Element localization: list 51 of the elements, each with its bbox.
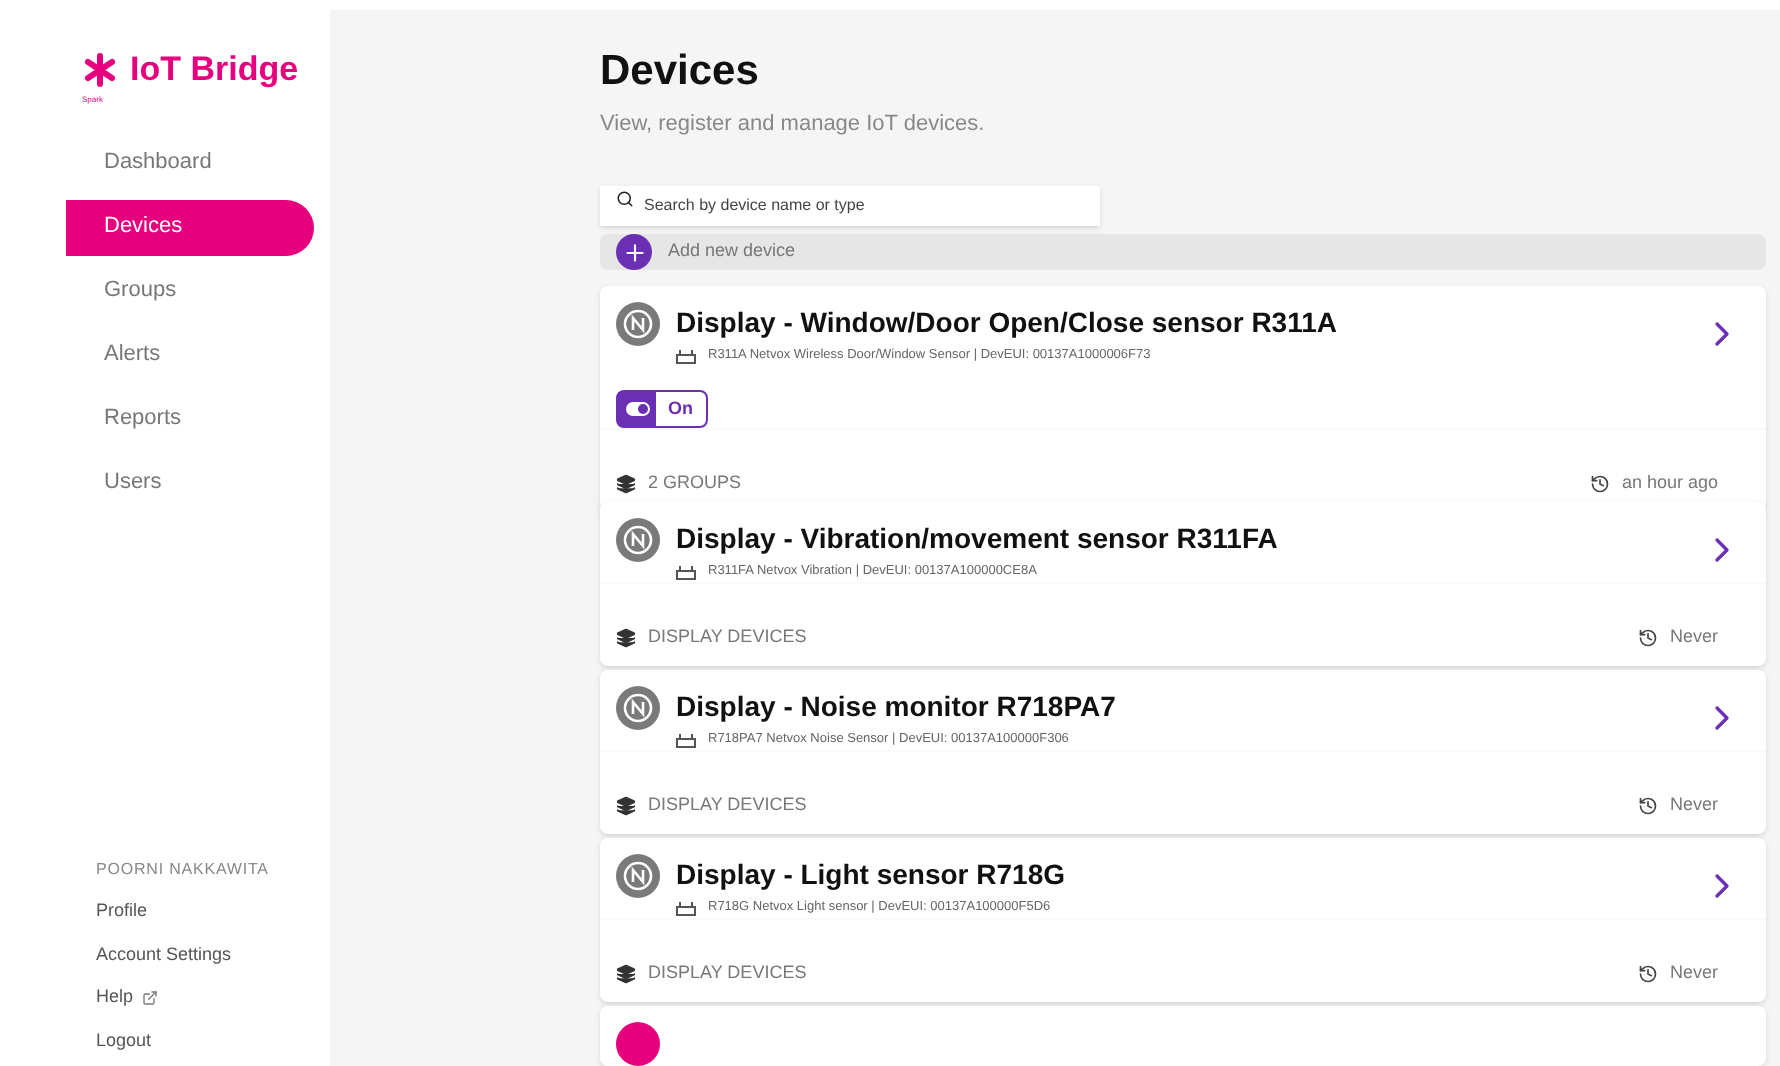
device-icon (676, 731, 696, 748)
group-label: DISPLAY DEVICES (648, 959, 807, 986)
history-icon (1637, 963, 1658, 983)
signal-badge-icon (616, 1022, 660, 1066)
group-label: DISPLAY DEVICES (648, 791, 807, 818)
last-seen: an hour ago (1621, 469, 1718, 496)
nav-item[interactable]: Reports (66, 391, 314, 447)
history-icon (1637, 627, 1658, 647)
signal-badge-icon (616, 302, 660, 346)
group-label: 2 GROUPS (648, 469, 742, 496)
toggle-switch[interactable]: On (616, 389, 707, 428)
plus-icon (621, 239, 647, 265)
brand-name: IoT Bridge (130, 48, 299, 92)
nav-item[interactable]: Devices (66, 199, 314, 255)
account-link[interactable]: Help (96, 984, 330, 1011)
device-icon (676, 347, 696, 364)
layers-icon (616, 963, 636, 983)
page-title: Devices (600, 46, 761, 98)
history-icon (1589, 473, 1610, 493)
device-icon (676, 563, 696, 580)
layers-icon (616, 627, 636, 647)
nav-item[interactable]: Groups (66, 263, 314, 319)
group-label: DISPLAY DEVICES (648, 623, 807, 650)
device-name: Display - Noise monitor R718PA7 (676, 688, 1118, 726)
device-icon (676, 899, 696, 916)
history-icon (1637, 795, 1658, 815)
nav-item[interactable]: Alerts (66, 327, 314, 383)
add-device-button[interactable]: Add new device (600, 234, 1766, 270)
last-seen: Never (1669, 623, 1718, 650)
device-name: Display - Light sensor R718G (676, 856, 1067, 894)
search-field[interactable]: Search by device name or type (600, 185, 1100, 225)
user-name: POORNI NAKKAWITA (96, 858, 271, 882)
search-icon (616, 189, 634, 207)
device-card[interactable] (600, 1006, 1766, 1066)
layers-icon (616, 473, 636, 493)
page-subtitle: View, register and manage IoT devices. (600, 109, 987, 139)
signal-badge-icon (616, 518, 660, 562)
device-name: Display - Window/Door Open/Close sensor R311A (676, 304, 1339, 342)
external-link-icon (141, 989, 158, 1006)
layers-icon (616, 795, 636, 815)
account-link[interactable]: Profile (96, 898, 330, 925)
nav-item[interactable]: Dashboard (66, 135, 314, 191)
device-name: Display - Vibration/movement sensor R311FA (676, 520, 1280, 558)
signal-badge-icon (616, 854, 660, 898)
account-link[interactable]: Logout (96, 1027, 330, 1054)
nav-item[interactable]: Users (66, 455, 314, 511)
last-seen: Never (1669, 791, 1718, 818)
star-logo-icon (82, 51, 118, 88)
signal-badge-icon (616, 686, 660, 730)
last-seen: Never (1669, 959, 1718, 986)
account-link[interactable]: Account Settings (96, 941, 330, 968)
